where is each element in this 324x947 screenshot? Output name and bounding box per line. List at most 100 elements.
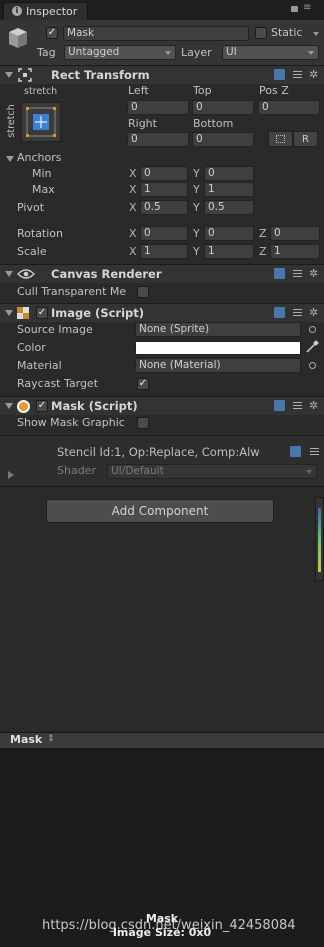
inspector-tab[interactable]: i Inspector — [3, 2, 88, 20]
preview-dropdown-icon[interactable]: ⇕ — [47, 734, 55, 744]
gear-icon[interactable]: ✲ — [309, 268, 318, 279]
preset-sliders-icon[interactable] — [292, 307, 303, 318]
gameobject-cube-icon — [8, 27, 28, 49]
preset-sliders-icon[interactable] — [309, 446, 320, 457]
help-book-icon[interactable] — [290, 446, 301, 457]
rect-transform-title: Rect Transform — [51, 68, 150, 82]
min-x-field[interactable]: 0 — [140, 166, 188, 181]
material-label: Material — [17, 359, 62, 372]
max-y-field[interactable]: 1 — [204, 182, 254, 197]
help-book-icon[interactable] — [274, 69, 285, 80]
help-book-icon[interactable] — [274, 307, 285, 318]
raw-edit-button[interactable]: R — [293, 131, 318, 147]
add-component-label: Add Component — [111, 504, 209, 518]
rot-y-field[interactable]: 0 — [204, 226, 254, 241]
add-component-button[interactable]: Add Component — [46, 499, 274, 523]
rot-z-field[interactable]: 0 — [270, 226, 320, 241]
anchors-label: Anchors — [17, 151, 62, 164]
chevron-down-icon — [165, 51, 171, 55]
shader-dropdown[interactable]: UI/Default — [107, 464, 317, 479]
blueprint-mode-button[interactable] — [268, 131, 293, 147]
cull-transparent-checkbox[interactable] — [137, 286, 149, 298]
preset-sliders-icon[interactable] — [292, 69, 303, 80]
layer-value: UI — [226, 46, 237, 58]
posz-label: Pos Z — [259, 84, 289, 97]
top-label: Top — [193, 84, 212, 97]
chevron-down-icon — [306, 470, 312, 474]
show-mask-graphic-checkbox[interactable] — [137, 417, 149, 429]
stretch-top-label: stretch — [24, 86, 58, 97]
max-label: Max — [32, 183, 55, 196]
stencil-material-title: Stencil Id:1, Op:Replace, Comp:Alw — [57, 445, 260, 459]
scale-z-field[interactable]: 1 — [270, 244, 320, 259]
rot-x-field[interactable]: 0 — [140, 226, 188, 241]
max-y-axis-label: Y — [193, 183, 200, 196]
layer-dropdown[interactable]: UI — [222, 45, 319, 60]
gameobject-name-field[interactable]: Mask — [63, 26, 249, 41]
help-book-icon[interactable] — [274, 400, 285, 411]
shader-label: Shader — [57, 464, 96, 477]
min-label: Min — [32, 167, 52, 180]
image-enabled-checkbox[interactable]: ✓ — [36, 307, 48, 319]
scrollbar-highlight — [318, 508, 321, 572]
rot-y-axis-label: Y — [193, 227, 200, 240]
right-label: Right — [128, 117, 157, 130]
tab-menu-icon[interactable]: ≡ — [303, 3, 311, 13]
bottom-field[interactable]: 0 — [192, 132, 254, 147]
foldout-arrow-icon[interactable] — [5, 271, 13, 277]
blueprint-icon — [276, 135, 285, 143]
lock-icon[interactable] — [291, 6, 298, 12]
foldout-arrow-icon[interactable] — [5, 72, 13, 78]
left-label: Left — [128, 84, 149, 97]
right-field[interactable]: 0 — [127, 132, 189, 147]
object-picker-icon[interactable] — [309, 326, 316, 333]
anchor-presets-button[interactable] — [21, 102, 61, 142]
top-field[interactable]: 0 — [192, 100, 254, 115]
left-field[interactable]: 0 — [127, 100, 189, 115]
pivot-y-axis-label: Y — [193, 201, 200, 214]
tag-value: Untagged — [68, 46, 120, 58]
gameobject-active-checkbox[interactable]: ✓ — [46, 27, 58, 39]
material-field[interactable]: None (Material) — [135, 358, 301, 373]
chevron-down-icon — [308, 51, 314, 55]
object-picker-icon[interactable] — [309, 362, 316, 369]
posz-field[interactable]: 0 — [258, 100, 320, 115]
scale-y-field[interactable]: 1 — [204, 244, 254, 259]
scale-y-axis-label: Y — [193, 245, 200, 258]
scale-x-field[interactable]: 1 — [140, 244, 188, 259]
show-mask-graphic-label: Show Mask Graphic — [17, 416, 125, 429]
source-image-field[interactable]: None (Sprite) — [135, 322, 301, 337]
preset-sliders-icon[interactable] — [292, 268, 303, 279]
preset-sliders-icon[interactable] — [292, 400, 303, 411]
eyedropper-icon[interactable] — [305, 340, 319, 354]
canvas-renderer-title: Canvas Renderer — [51, 267, 162, 281]
rotation-label: Rotation — [17, 227, 64, 240]
pivot-x-field[interactable]: 0.5 — [140, 200, 188, 215]
expand-arrow-icon[interactable] — [8, 471, 14, 479]
max-x-field[interactable]: 1 — [140, 182, 188, 197]
mask-enabled-checkbox[interactable]: ✓ — [36, 400, 48, 412]
tag-label: Tag — [37, 46, 56, 59]
gear-icon[interactable]: ✲ — [309, 400, 318, 411]
foldout-arrow-icon[interactable] — [5, 310, 13, 316]
static-checkbox[interactable] — [255, 27, 267, 39]
min-y-field[interactable]: 0 — [204, 166, 254, 181]
mask-script-icon — [17, 400, 30, 413]
mask-script-title: Mask (Script) — [51, 399, 138, 413]
anchors-foldout-icon[interactable] — [6, 156, 14, 162]
max-x-axis-label: X — [129, 183, 137, 196]
preview-tab-label[interactable]: Mask — [10, 733, 42, 747]
static-dropdown-arrow[interactable] — [313, 32, 319, 36]
color-swatch[interactable] — [135, 341, 301, 355]
foldout-arrow-icon[interactable] — [5, 403, 13, 409]
tag-dropdown[interactable]: Untagged — [64, 45, 176, 60]
bottom-label: Bottom — [193, 117, 234, 130]
gear-icon[interactable]: ✲ — [309, 307, 318, 318]
scrollbar-thumb[interactable] — [315, 497, 324, 581]
stretch-side-label: stretch — [6, 104, 17, 138]
help-book-icon[interactable] — [274, 268, 285, 279]
raw-edit-label: R — [302, 134, 309, 145]
raycast-target-checkbox[interactable]: ✓ — [137, 378, 149, 390]
pivot-y-field[interactable]: 0.5 — [204, 200, 254, 215]
gear-icon[interactable]: ✲ — [309, 69, 318, 80]
